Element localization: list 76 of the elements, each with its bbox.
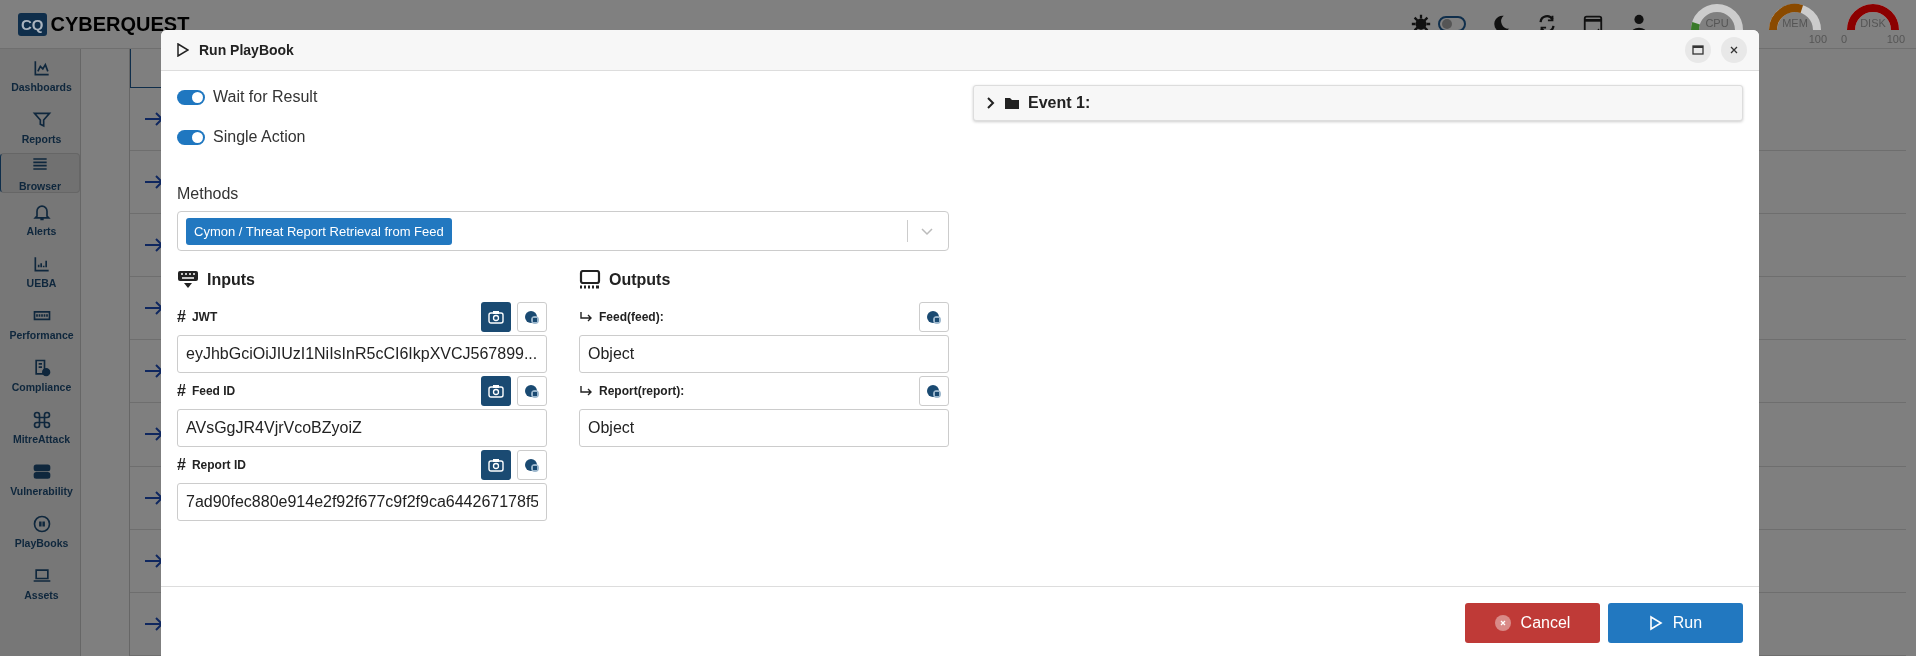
maximize-button[interactable]	[1685, 37, 1711, 63]
return-arrow-icon	[579, 385, 593, 397]
return-arrow-icon	[579, 311, 593, 323]
link-button[interactable]	[919, 376, 949, 406]
sidebar-item[interactable]: Browser	[0, 153, 80, 193]
sidebar-item[interactable]: Vulnerability	[0, 453, 80, 505]
input-field[interactable]: eyJhbGciOiJIUzI1NiIsInR5cCI6IkpXVCJ567899...	[177, 335, 547, 373]
sidebar-item[interactable]: Compliance	[0, 349, 80, 401]
hash-icon: #	[177, 382, 186, 400]
chevron-right-icon	[986, 96, 996, 110]
cancel-button[interactable]: Cancel	[1465, 603, 1600, 643]
methods-select[interactable]: Cymon / Threat Report Retrieval from Feed	[177, 211, 949, 251]
gauge-drawing	[1846, 3, 1900, 33]
sidebar-item[interactable]: Reports	[0, 101, 80, 153]
keyboard-icon	[177, 270, 199, 290]
camera-icon	[488, 310, 504, 324]
logo-mark: CQ	[18, 12, 47, 36]
toggle-label: Single Action	[213, 128, 306, 146]
gauge-drawing	[1690, 3, 1744, 33]
gauge-drawing	[1768, 3, 1822, 33]
link-button[interactable]	[919, 302, 949, 332]
toggle-label: Wait for Result	[213, 88, 318, 106]
arrow-right-icon[interactable]	[144, 553, 164, 568]
arrow-right-icon[interactable]	[144, 238, 164, 252]
field-label: Feed(feed):	[599, 310, 664, 324]
window-icon	[1692, 45, 1704, 55]
field-label: JWT	[191, 310, 218, 324]
event-label: Event 1:	[1028, 94, 1091, 112]
arrow-right-icon[interactable]	[144, 427, 164, 442]
output-field[interactable]: Object	[579, 409, 949, 447]
sidebar-item[interactable]: PlayBooks	[0, 505, 80, 557]
monitor-icon	[579, 270, 601, 290]
arrow-right-icon[interactable]	[144, 111, 164, 126]
arrow-right-icon[interactable]	[144, 301, 164, 316]
arrow-right-icon[interactable]	[144, 364, 164, 379]
hash-icon: #	[177, 308, 186, 326]
close-icon	[1729, 45, 1739, 55]
brand-name: CYBERQUEST	[50, 12, 190, 36]
sidebar-item[interactable]: UEBA	[0, 245, 80, 297]
arrow-right-icon[interactable]	[144, 490, 164, 505]
close-circle-icon	[1494, 615, 1511, 631]
sidebar-item[interactable]: MitreAttack	[0, 401, 80, 453]
toggle-switch[interactable]	[177, 89, 205, 105]
play-icon	[1648, 615, 1663, 631]
link-button[interactable]	[517, 302, 547, 332]
arrow-right-icon[interactable]	[144, 174, 164, 189]
toggle-switch[interactable]	[177, 129, 205, 145]
methods-label: Methods	[177, 185, 240, 203]
sidebar-item[interactable]: Performance	[0, 297, 80, 349]
sidebar-item[interactable]: Dashboards	[0, 49, 80, 101]
input-field[interactable]: 7ad90fec880e914e2f92f677c9f2f9ca644267178f5	[177, 483, 547, 521]
sidebar-item[interactable]: Assets	[0, 557, 80, 609]
close-button[interactable]	[1721, 37, 1747, 63]
field-label: Report(report):	[599, 384, 685, 398]
sidebar-item[interactable]: Alerts	[0, 193, 80, 245]
method-tag[interactable]: Cymon / Threat Report Retrieval from Feed	[186, 217, 452, 245]
event-panel[interactable]: Event 1:	[973, 85, 1743, 121]
camera-button[interactable]	[481, 302, 511, 332]
dialog-title: Run PlayBook	[199, 42, 294, 58]
field-label: Feed ID	[191, 384, 236, 398]
hash-icon: #	[177, 456, 186, 474]
field-label: Report ID	[191, 458, 246, 472]
input-field[interactable]: AVsGgJR4VjrVcoBZyoiZ	[177, 409, 547, 447]
link-button[interactable]	[517, 376, 547, 406]
play-icon	[177, 43, 189, 57]
outputs-heading: Outputs	[609, 271, 671, 289]
arrow-right-icon[interactable]	[144, 616, 164, 631]
camera-button[interactable]	[481, 450, 511, 480]
inputs-heading: Inputs	[207, 271, 255, 289]
link-button[interactable]	[517, 450, 547, 480]
output-field[interactable]: Object	[579, 335, 949, 373]
camera-icon	[488, 458, 504, 472]
run-button[interactable]: Run	[1608, 603, 1743, 643]
camera-icon	[488, 384, 504, 398]
folder-icon	[1004, 96, 1020, 110]
camera-button[interactable]	[481, 376, 511, 406]
